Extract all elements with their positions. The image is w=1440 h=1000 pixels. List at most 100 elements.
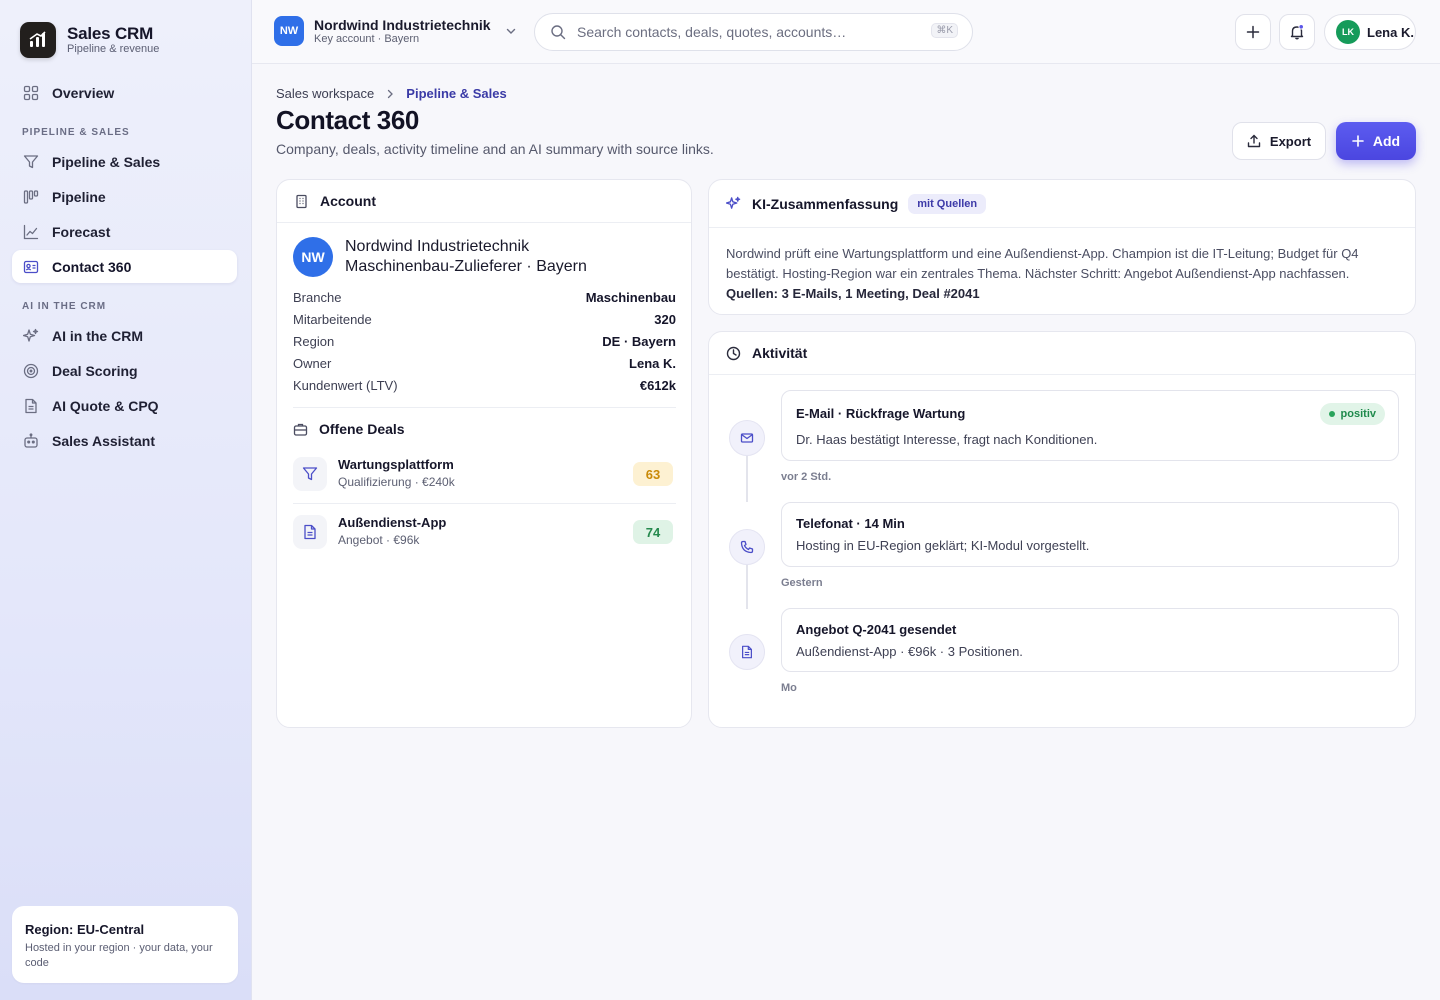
filter-icon	[23, 154, 39, 170]
notifications-button[interactable]	[1279, 14, 1315, 50]
field-value: Lena K.	[629, 356, 676, 371]
activity-time: Gestern	[781, 577, 823, 589]
divider	[293, 503, 676, 504]
nav-section-pipeline: PIPELINE & SALES	[22, 127, 130, 138]
briefcase-icon	[293, 422, 308, 437]
breadcrumb-item[interactable]: Sales workspace	[276, 86, 374, 101]
sidebar: Sales CRM Pipeline & revenue Overview PI…	[0, 0, 252, 1000]
nav-section-ai: AI IN THE CRM	[22, 301, 107, 312]
sidebar-item-label: AI Quote & CPQ	[52, 397, 159, 414]
export-button[interactable]: Export	[1232, 122, 1326, 160]
contact-card-icon	[23, 259, 39, 275]
search-shortcut: ⌘K	[931, 23, 958, 38]
sparkle-icon	[23, 328, 39, 344]
account-field: Branche Maschinenbau	[293, 290, 676, 305]
brand[interactable]: Sales CRM Pipeline & revenue	[20, 22, 159, 58]
activity-time: vor 2 Std.	[781, 471, 832, 483]
activity-header: Aktivität	[709, 332, 1415, 375]
activity-title: E-Mail · Rückfrage Wartung	[796, 406, 966, 421]
region-card: Region: EU-Central Hosted in your region…	[12, 906, 238, 983]
ai-summary-body: Nordwind prüft eine Wartungsplattform un…	[726, 244, 1406, 304]
account-name: Nordwind Industrietechnik	[314, 16, 491, 33]
ai-summary-sources[interactable]: Quellen: 3 E-Mails, 1 Meeting, Deal #204…	[726, 286, 980, 301]
chevron-right-icon	[385, 89, 395, 99]
sidebar-item-contact-360[interactable]: Contact 360	[12, 250, 237, 283]
deal-row[interactable]: Außendienst-App Angebot · €96k 74	[293, 512, 676, 552]
open-deals-header: Offene Deals	[293, 421, 405, 437]
region-description: Hosted in your region · your data, your …	[25, 942, 213, 969]
search-input[interactable]: Search contacts, deals, quotes, accounts…	[534, 13, 973, 51]
sidebar-item-overview[interactable]: Overview	[12, 76, 237, 109]
activity-title: Aktivität	[752, 345, 808, 361]
mail-icon	[729, 420, 765, 456]
document-icon	[729, 634, 765, 670]
account-field: Region DE · Bayern	[293, 334, 676, 349]
field-label: Mitarbeitende	[293, 312, 372, 327]
account-switcher[interactable]: NW Nordwind Industrietechnik Key account…	[274, 16, 517, 46]
app-title: Sales CRM	[67, 24, 154, 43]
sidebar-item-pipeline-sales[interactable]: Pipeline & Sales	[12, 145, 237, 178]
activity-card: Aktivität E-Mail · Rückfrage Wartung Dr.…	[708, 331, 1416, 728]
add-button[interactable]: Add	[1336, 122, 1416, 160]
export-label: Export	[1269, 133, 1312, 149]
deal-row[interactable]: Wartungsplattform Qualifizierung · €240k…	[293, 454, 676, 494]
sidebar-item-label: Pipeline	[52, 188, 106, 205]
timeline-connector	[746, 565, 748, 609]
sidebar-item-forecast[interactable]: Forecast	[12, 215, 237, 248]
app-subtitle: Pipeline & revenue	[67, 43, 160, 55]
activity-item[interactable]: Angebot Q-2041 gesendet Außendienst-App …	[781, 608, 1399, 672]
field-value: DE · Bayern	[602, 334, 676, 349]
sentiment-badge: positiv	[1319, 403, 1385, 425]
sidebar-item-ai-in-crm[interactable]: AI in the CRM	[12, 319, 237, 352]
search-placeholder: Search contacts, deals, quotes, accounts…	[577, 24, 847, 40]
app-logo-icon	[20, 22, 56, 58]
account-identity: NW Nordwind Industrietechnik Maschinenba…	[293, 237, 587, 277]
open-deals-title: Offene Deals	[319, 421, 405, 437]
sidebar-item-deal-scoring[interactable]: Deal Scoring	[12, 354, 237, 387]
document-icon	[293, 515, 327, 549]
topbar: NW Nordwind Industrietechnik Key account…	[252, 0, 1440, 64]
sidebar-item-ai-quote[interactable]: AI Quote & CPQ	[12, 389, 237, 422]
ai-summary-header: KI-Zusammenfassung mit Quellen	[709, 180, 1415, 228]
account-card: Account NW Nordwind Industrietechnik Mas…	[276, 179, 692, 728]
activity-item[interactable]: E-Mail · Rückfrage Wartung Dr. Haas best…	[781, 390, 1399, 461]
field-value: Maschinenbau	[585, 290, 676, 305]
account-name: Nordwind Industrietechnik	[345, 238, 530, 255]
ai-summary-text: Nordwind prüft eine Wartungsplattform un…	[726, 246, 1359, 281]
field-label: Kundenwert (LTV)	[293, 378, 398, 393]
page-title: Contact 360	[276, 105, 419, 135]
building-icon	[294, 194, 309, 209]
divider	[293, 407, 676, 408]
sidebar-item-sales-assistant[interactable]: Sales Assistant	[12, 424, 237, 457]
bell-icon	[1288, 23, 1306, 41]
sidebar-item-label: Sales Assistant	[52, 432, 155, 449]
ai-summary-title: KI-Zusammenfassung	[752, 195, 899, 212]
quick-add-button[interactable]	[1235, 14, 1271, 50]
activity-title: Telefonat · 14 Min	[796, 516, 905, 531]
deal-score-badge: 74	[633, 520, 673, 544]
sentiment-label: positiv	[1340, 408, 1376, 420]
sidebar-item-label: Pipeline & Sales	[52, 153, 161, 170]
plus-icon	[1245, 24, 1261, 40]
deal-stage-value: Qualifizierung · €240k	[338, 475, 455, 489]
page-subtitle: Company, deals, activity timeline and an…	[276, 141, 714, 157]
region-title: Region: EU-Central	[25, 922, 145, 937]
account-avatar: NW	[274, 16, 304, 46]
breadcrumb-item-current[interactable]: Pipeline & Sales	[406, 86, 506, 101]
sidebar-item-label: Overview	[52, 84, 115, 101]
field-value: 320	[654, 312, 676, 327]
sidebar-item-label: Forecast	[52, 223, 111, 240]
activity-item[interactable]: Telefonat · 14 Min Hosting in EU-Region …	[781, 502, 1399, 567]
upload-icon	[1247, 134, 1261, 148]
account-logo: NW	[293, 237, 333, 277]
account-subtitle: Key account · Bayern	[314, 32, 420, 45]
phone-icon	[729, 529, 765, 565]
chevron-down-icon	[505, 25, 517, 37]
bot-icon	[23, 432, 39, 449]
account-field: Mitarbeitende 320	[293, 312, 676, 327]
user-menu[interactable]: LK Lena K.	[1324, 14, 1416, 50]
activity-title: Angebot Q-2041 gesendet	[796, 622, 957, 637]
status-dot-icon	[1328, 411, 1335, 417]
account-field: Kundenwert (LTV) €612k	[293, 378, 676, 393]
sidebar-item-pipeline[interactable]: Pipeline	[12, 180, 237, 213]
